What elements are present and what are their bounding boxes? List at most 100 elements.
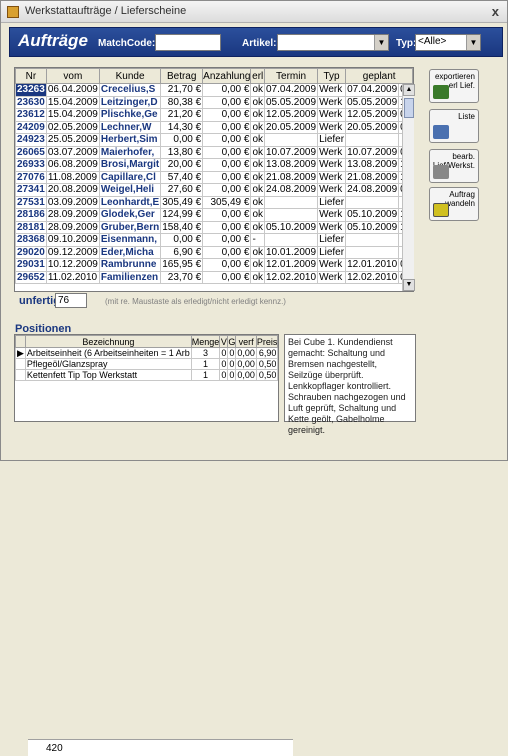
column-header[interactable]: V: [219, 335, 229, 348]
table-row[interactable]: 29031 10.12.2009 Rambrunne 165,95 €0,00 € ok…: [15, 258, 414, 272]
table-row[interactable]: 23263 06.04.2009 Crecelius,S 21,70 €0,00 € o…: [15, 83, 414, 97]
table-row[interactable]: 28368 09.10.2009 Eisenmann, 0,00 €0,00 € - Li…: [15, 233, 414, 247]
column-header[interactable]: Nr: [15, 68, 47, 84]
table-cell: 3: [190, 347, 221, 359]
table-cell: 21.08.2009: [345, 170, 400, 184]
table-row[interactable]: ▶ Arbeitseinheit (6 Arbeitseinheiten = 1 …: [15, 347, 279, 359]
scroll-thumb[interactable]: [404, 98, 414, 118]
grid-scrollbar[interactable]: ▲ ▼: [402, 84, 415, 291]
table-cell: Werk: [317, 170, 347, 184]
table-cell: 03.09.2009: [45, 195, 100, 209]
table-cell: 12.01.2010: [345, 258, 400, 272]
table-cell: Liefer: [317, 133, 347, 147]
table-cell: 14,30 €: [160, 120, 204, 134]
table-cell: 10.07.2009: [345, 145, 400, 159]
table-cell: 02.05.2009: [45, 120, 100, 134]
table-cell: 0,00 €: [202, 220, 252, 234]
hint-text: (mit re. Maustaste als erledigt/nicht er…: [105, 297, 286, 306]
export-button[interactable]: exportieren erl Lief.: [429, 69, 479, 103]
column-header[interactable]: vom: [45, 68, 100, 84]
table-cell: 0,00 €: [202, 258, 252, 272]
table-cell: 20.05.2009: [263, 120, 319, 134]
column-header[interactable]: G: [227, 335, 237, 348]
table-cell: 6,90: [255, 347, 279, 359]
table-row[interactable]: 29652 11.02.2010 Familienzen 23,70 €0,00 € o…: [15, 270, 414, 284]
table-cell: 12.02.2010: [345, 270, 400, 284]
table-cell: 0,00 €: [202, 95, 252, 109]
column-header[interactable]: Betrag: [160, 68, 204, 84]
column-header[interactable]: Kunde: [98, 68, 162, 84]
table-cell: 11.08.2009: [45, 170, 100, 184]
table-cell: ok: [250, 245, 265, 259]
column-header[interactable]: Anzahlung: [202, 68, 252, 84]
table-cell: 27076: [15, 170, 47, 184]
table-row[interactable]: Pflegeöl/Glanzspray 1 0 0 0,00 0,50: [15, 358, 279, 370]
table-row[interactable]: 27531 03.09.2009 Leonhardt,E 305,49 €305,49…: [15, 195, 414, 209]
table-row[interactable]: 24209 02.05.2009 Lechner,W 14,30 €0,00 € ok 2…: [15, 120, 414, 134]
table-row[interactable]: 23612 15.04.2009 Plischke,Ge 21,20 €0,00 € o…: [15, 108, 414, 122]
table-cell: 21,20 €: [160, 108, 204, 122]
table-cell: Familienzen: [98, 270, 162, 284]
table-row[interactable]: 23630 15.04.2009 Leitzinger,D 80,38 €0,00 €…: [15, 95, 414, 109]
table-cell: 12.05.2009: [263, 108, 319, 122]
convert-label: Auftrag wandeln: [445, 190, 475, 208]
positions-table: Bezeichnung Menge V Gverf Preis ▶ Arbeitseinh…: [15, 335, 279, 381]
table-row[interactable]: 26065 03.07.2009 Maierhofer, 13,80 €0,00 € o…: [15, 145, 414, 159]
table-cell: -: [250, 233, 265, 247]
scroll-up-icon[interactable]: ▲: [403, 84, 415, 96]
table-cell: Crecelius,S: [98, 83, 162, 97]
positions-total: 420: [46, 743, 63, 754]
table-cell: Plischke,Ge: [98, 108, 162, 122]
typ-select[interactable]: <Alle> ▼: [415, 34, 481, 51]
table-cell: 15.04.2009: [45, 95, 100, 109]
table-row[interactable]: 29020 09.12.2009 Eder,Micha 6,90 €0,00 € ok 1…: [15, 245, 414, 259]
matchcode-input[interactable]: [155, 34, 221, 51]
table-cell: 0,00 €: [202, 208, 252, 222]
table-cell: 57,40 €: [160, 170, 204, 184]
column-header[interactable]: erl: [250, 68, 265, 84]
table-cell: Gruber,Bern: [98, 220, 162, 234]
row-selector-icon: ▶: [15, 347, 26, 359]
table-cell: 28181: [15, 220, 47, 234]
list-button[interactable]: Liste: [429, 109, 479, 143]
table-cell: ok: [250, 83, 265, 97]
table-row[interactable]: 28181 28.09.2009 Gruber,Bern 158,40 €0,00 €…: [15, 220, 414, 234]
table-cell: 0,00 €: [202, 120, 252, 134]
table-cell: Rambrunne: [98, 258, 162, 272]
table-cell: 11.02.2010: [45, 270, 100, 284]
table-cell: 0,00 €: [202, 145, 252, 159]
column-header[interactable]: Preis: [255, 335, 279, 348]
table-cell: Weigel,Heli: [98, 183, 162, 197]
column-header[interactable]: Bezeichnung: [24, 335, 192, 348]
column-header[interactable]: verf: [235, 335, 257, 348]
table-cell: 06.08.2009: [45, 158, 100, 172]
scroll-down-icon[interactable]: ▼: [403, 279, 415, 291]
notes-text[interactable]: Bei Cube 1. Kundendienst gemacht: Schalt…: [284, 334, 416, 435]
table-cell: 28186: [15, 208, 47, 222]
table-cell: 165,95 €: [160, 258, 204, 272]
convert-button[interactable]: Auftrag wandeln: [429, 187, 479, 221]
table-row[interactable]: 24923 25.05.2009 Herbert,Sim 0,00 €0,00 € ok…: [15, 133, 414, 147]
table-row[interactable]: 26933 06.08.2009 Brosi,Margit 20,00 €0,00 €…: [15, 158, 414, 172]
edit-button[interactable]: bearb. Lief/Werkst.: [429, 149, 479, 183]
table-cell: 0,00 €: [160, 233, 204, 247]
table-cell: ok: [250, 258, 265, 272]
table-cell: 1: [190, 369, 221, 381]
table-row[interactable]: 27076 11.08.2009 Capillare,Cl 57,40 €0,00 €…: [15, 170, 414, 184]
table-row[interactable]: Kettenfett Tip Top Werkstatt 1 0 0 0,00 0,50: [15, 369, 279, 381]
close-icon[interactable]: x: [492, 4, 499, 19]
table-cell: 13.08.2009: [345, 158, 400, 172]
matchcode-label: MatchCode:: [98, 38, 156, 49]
column-header[interactable]: Typ: [317, 68, 347, 84]
table-row[interactable]: 27341 20.08.2009 Weigel,Heli 27,60 €0,00 € o…: [15, 183, 414, 197]
column-header[interactable]: Termin: [263, 68, 319, 84]
table-cell: Pflegeöl/Glanzspray: [24, 358, 192, 370]
table-cell: 305,49 €: [160, 195, 204, 209]
artikel-select[interactable]: ▼: [277, 34, 389, 51]
table-cell: Liefer: [317, 233, 347, 247]
table-cell: Werk: [317, 120, 347, 134]
column-header[interactable]: Menge: [190, 335, 221, 348]
table-cell: Lechner,W: [98, 120, 162, 134]
table-row[interactable]: 28186 28.09.2009 Glodek,Ger 124,99 €0,00 € o…: [15, 208, 414, 222]
column-header[interactable]: geplant: [345, 68, 414, 84]
